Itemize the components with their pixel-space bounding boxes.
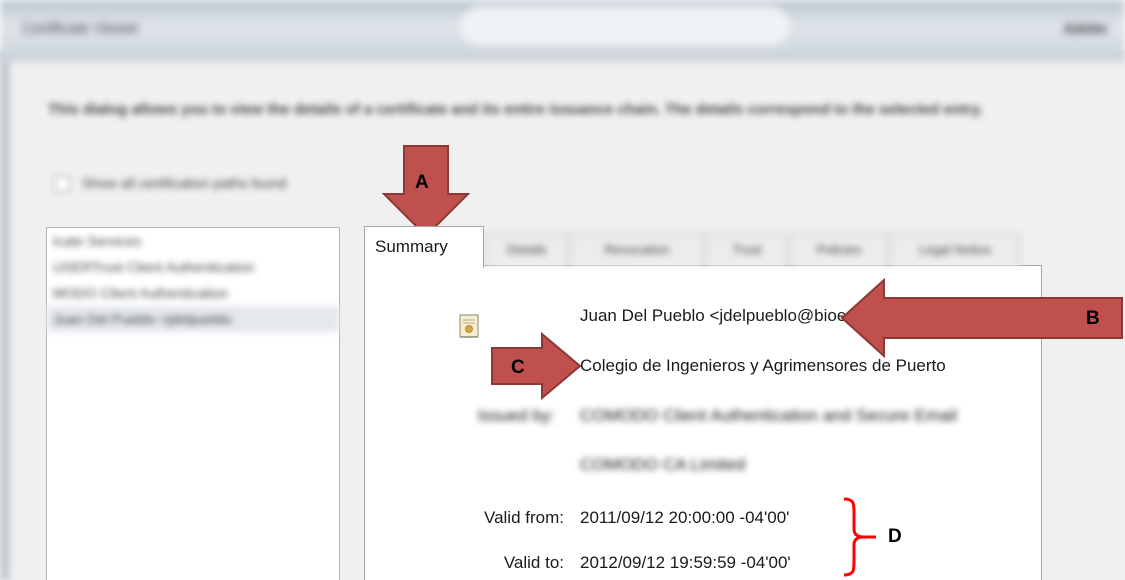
window-app-name: Adobe bbox=[1063, 20, 1107, 36]
valid-from-value: 2011/09/12 20:00:00 -04'00' bbox=[580, 508, 790, 527]
annotation-label-d: D bbox=[888, 526, 902, 547]
tab-trust[interactable]: Trust bbox=[706, 234, 788, 266]
tab-details[interactable]: Details bbox=[486, 234, 568, 266]
show-all-paths-option[interactable]: Show all certification paths found bbox=[54, 175, 287, 193]
annotation-arrow-c bbox=[491, 332, 582, 400]
window-titlebar: Certificate Viewer Adobe bbox=[0, 0, 1125, 62]
annotation-brace-d bbox=[843, 497, 876, 577]
issued-by-organization: COMODO CA Limited bbox=[580, 455, 746, 474]
valid-to-value: 2012/09/12 19:59:59 -04'00' bbox=[580, 553, 791, 572]
tab-summary[interactable]: Summary bbox=[364, 226, 484, 268]
issued-by-value: COMODO Client Authentication and Secure … bbox=[580, 406, 958, 425]
issued-by-label: Issued by: bbox=[477, 406, 556, 425]
annotation-label-c: C bbox=[511, 357, 525, 378]
titlebar-glow bbox=[460, 6, 790, 46]
annotation-label-a: A bbox=[415, 172, 429, 193]
dialog-description: This dialog allows you to view the detai… bbox=[48, 101, 983, 118]
tab-revocation[interactable]: Revocation bbox=[570, 234, 704, 266]
valid-to-label: Valid to: bbox=[503, 553, 564, 572]
show-all-paths-label: Show all certification paths found bbox=[81, 175, 287, 191]
certificate-icon bbox=[459, 314, 479, 338]
certificate-viewer-screenshot: Certificate Viewer Adobe This dialog all… bbox=[0, 0, 1125, 580]
show-all-paths-checkbox[interactable] bbox=[54, 176, 70, 193]
certificate-path-list[interactable]: Icate Services USERTrust Client Authenti… bbox=[46, 227, 340, 580]
path-item[interactable]: MODO Client Authentication bbox=[47, 280, 339, 306]
tab-policies[interactable]: Policies bbox=[790, 234, 888, 266]
annotation-arrow-b bbox=[840, 278, 1123, 358]
path-item[interactable]: Icate Services bbox=[47, 228, 339, 254]
annotation-label-b: B bbox=[1086, 308, 1100, 329]
tab-legal-notice[interactable]: Legal Notice bbox=[890, 234, 1020, 266]
path-item-selected[interactable]: Juan Del Pueblo <jdelpueblo bbox=[47, 306, 339, 332]
path-item[interactable]: USERTrust Client Authentication bbox=[47, 254, 339, 280]
window-left-border bbox=[0, 50, 10, 580]
valid-from-label: Valid from: bbox=[484, 508, 564, 527]
window-title: Certificate Viewer bbox=[22, 20, 140, 37]
certificate-organization: Colegio de Ingenieros y Agrimensores de … bbox=[580, 356, 946, 375]
